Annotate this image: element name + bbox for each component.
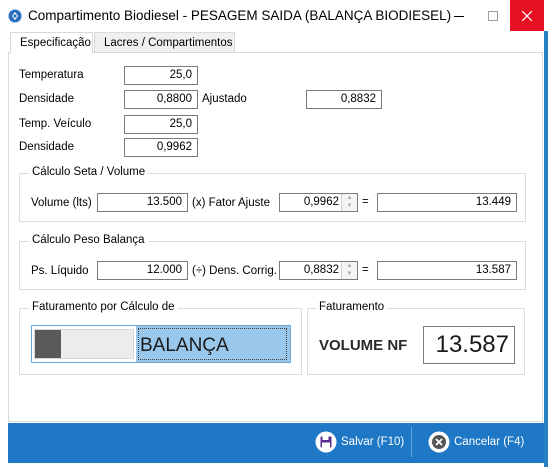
faturamento-title: Faturamento xyxy=(316,301,388,313)
volume-label: Volume (lts) xyxy=(31,197,92,209)
fator-ajuste-value: 0,9962 xyxy=(303,196,339,208)
equals-sign: = xyxy=(362,264,369,276)
fator-ajuste-spinner[interactable]: 0,9962 ▲ ▼ xyxy=(279,193,358,212)
temp-veiculo-field[interactable]: 25,0 xyxy=(124,115,198,134)
volume-field[interactable]: 13.500 xyxy=(97,193,188,212)
maximize-icon[interactable] xyxy=(476,0,510,31)
equals-sign: = xyxy=(362,196,369,208)
save-button[interactable]: Salvar (F10) xyxy=(312,427,408,457)
volume-result-field[interactable]: 13.449 xyxy=(377,193,517,212)
save-icon xyxy=(315,431,337,453)
ajustado-field[interactable]: 0,8832 xyxy=(306,90,382,109)
calc-peso-title: Cálculo Peso Balança xyxy=(29,234,148,246)
window-title: Compartimento Biodiesel - PESAGEM SAIDA … xyxy=(28,8,452,23)
spin-down-icon[interactable]: ▼ xyxy=(342,202,357,210)
peso-result-field[interactable]: 13.587 xyxy=(377,261,517,280)
toggle-knob[interactable] xyxy=(35,330,61,358)
cancel-button[interactable]: Cancelar (F4) xyxy=(425,427,530,457)
fator-ajuste-label: (x) Fator Ajuste xyxy=(192,197,270,209)
faturamento-calc-title: Faturamento por Cálculo de xyxy=(29,301,178,313)
peso-liquido-label: Ps. Líquido xyxy=(31,265,89,277)
volume-nf-label: VOLUME NF xyxy=(319,337,408,354)
temperatura-field[interactable]: 25,0 xyxy=(124,66,198,85)
tab-lacres-compartimentos[interactable]: Lacres / Compartimentos xyxy=(94,32,235,53)
minimize-icon[interactable] xyxy=(442,0,476,31)
close-icon[interactable] xyxy=(510,0,544,31)
tab-especificacao[interactable]: Especificação xyxy=(10,32,93,54)
window-border xyxy=(544,31,548,467)
ajustado-label: Ajustado xyxy=(202,93,247,105)
calc-mode-toggle[interactable]: BALANÇA xyxy=(31,325,291,363)
save-label: Salvar (F10) xyxy=(341,436,405,448)
calc-volume-title: Cálculo Seta / Volume xyxy=(29,166,149,178)
dens-corrig-label: (÷) Dens. Corrig. xyxy=(192,265,277,277)
temperatura-label: Temperatura xyxy=(19,69,84,81)
spin-down-icon[interactable]: ▼ xyxy=(342,270,357,278)
dens-corrig-spinner[interactable]: 0,8832 ▲ ▼ xyxy=(279,261,358,280)
cancel-label: Cancelar (F4) xyxy=(454,436,525,448)
spinner-buttons[interactable]: ▲ ▼ xyxy=(341,194,357,211)
dens-corrig-value: 0,8832 xyxy=(303,264,339,276)
app-icon xyxy=(8,9,22,23)
footer-separator xyxy=(411,427,412,457)
volume-nf-field[interactable]: 13.587 xyxy=(423,326,515,364)
densidade-veiculo-field[interactable]: 0,9962 xyxy=(124,138,198,157)
spin-up-icon[interactable]: ▲ xyxy=(342,194,357,202)
toggle-label: BALANÇA xyxy=(140,335,229,356)
cancel-icon xyxy=(428,431,450,453)
spinner-buttons[interactable]: ▲ ▼ xyxy=(341,262,357,279)
densidade-veiculo-label: Densidade xyxy=(19,141,74,153)
densidade-label: Densidade xyxy=(19,93,74,105)
spin-up-icon[interactable]: ▲ xyxy=(342,262,357,270)
densidade-field[interactable]: 0,8800 xyxy=(124,90,198,109)
peso-liquido-field[interactable]: 12.000 xyxy=(97,261,188,280)
temp-veiculo-label: Temp. Veículo xyxy=(19,118,92,130)
